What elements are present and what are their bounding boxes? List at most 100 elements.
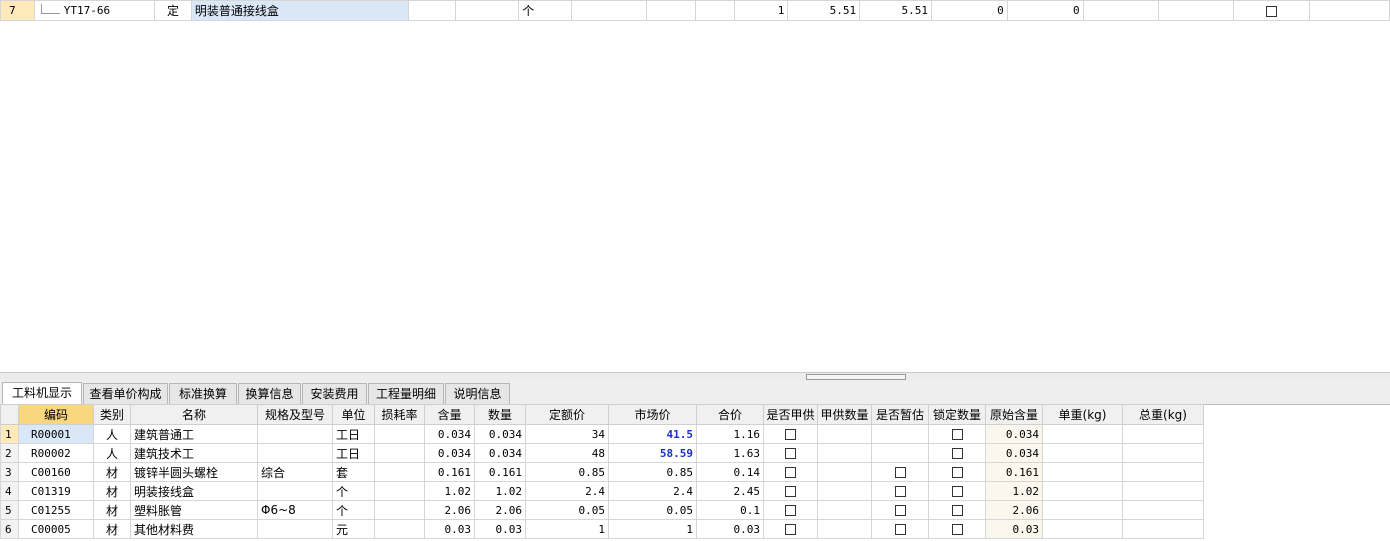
cell-quantity[interactable]: 0.034 [474,424,526,444]
cell-category[interactable]: 材 [93,519,131,539]
item-name[interactable]: 明装普通接线盒 [190,0,410,21]
cell-locked-qty[interactable] [928,500,986,520]
cell-total-price[interactable]: 0.03 [696,519,764,539]
cell-total-weight[interactable] [1122,443,1204,463]
cell-total-price[interactable]: 2.45 [696,481,764,501]
cell-locked-qty[interactable] [928,443,986,463]
cell-name[interactable]: 其他材料费 [130,519,258,539]
locked-qty-checkbox[interactable] [951,448,963,459]
header-quantity[interactable]: 数量 [474,404,526,425]
cell-total-weight[interactable] [1122,481,1204,501]
row-number[interactable]: 1 [0,424,19,444]
cell-quota-price[interactable]: 48 [525,443,609,463]
cell-loss-rate[interactable] [374,462,425,482]
item-value-a[interactable]: 0 [930,0,1008,21]
cell-total-weight[interactable] [1122,519,1204,539]
cell-supplied[interactable] [763,481,818,501]
row-number[interactable]: 5 [0,500,19,520]
table-row[interactable]: 2 R00002 人 建筑技术工 工日 0.034 0.034 48 58.59… [0,443,1204,463]
header-total-weight[interactable]: 总重(kg) [1122,404,1204,425]
empty-cell[interactable] [1157,0,1235,21]
cell-original-content[interactable]: 0.034 [985,443,1043,463]
cell-category[interactable]: 人 [93,424,131,444]
cell-estimate[interactable] [871,462,929,482]
cell-spec[interactable] [257,443,333,463]
cell-spec[interactable] [257,481,333,501]
header-locked-qty[interactable]: 锁定数量 [928,404,986,425]
cell-loss-rate[interactable] [374,519,425,539]
cell-market-price[interactable]: 1 [608,519,697,539]
tab-unit-price-composition[interactable]: 查看单价构成 [83,383,168,404]
cell-quantity[interactable]: 0.034 [474,443,526,463]
cell-quota-price[interactable]: 1 [525,519,609,539]
cell-market-price[interactable]: 0.85 [608,462,697,482]
tab-standard-conversion[interactable]: 标准换算 [169,383,237,404]
cell-supplied[interactable] [763,519,818,539]
cell-supplied-qty[interactable] [817,500,872,520]
cell-name[interactable]: 明装接线盒 [130,481,258,501]
cell-original-content[interactable]: 1.02 [985,481,1043,501]
cell-category[interactable]: 人 [93,443,131,463]
cell-locked-qty[interactable] [928,424,986,444]
header-content[interactable]: 含量 [424,404,475,425]
cell-unit-weight[interactable] [1042,443,1123,463]
cell-code[interactable]: R00001 [18,424,94,444]
table-row[interactable]: 4 C01319 材 明装接线盒 个 1.02 1.02 2.4 2.4 2.4… [0,481,1204,501]
header-name[interactable]: 名称 [130,404,258,425]
header-loss-rate[interactable]: 损耗率 [374,404,425,425]
cell-quota-price[interactable]: 0.05 [525,500,609,520]
cell-quota-price[interactable]: 0.85 [525,462,609,482]
item-row[interactable]: 7 YT17-66 定 明装普通接线盒 个 1 5.51 5.51 0 0 [0,0,1390,21]
cell-total-price[interactable]: 0.14 [696,462,764,482]
supplied-checkbox[interactable] [785,524,796,535]
cell-quantity[interactable]: 2.06 [474,500,526,520]
row-number[interactable]: 2 [0,443,19,463]
cell-spec[interactable] [257,519,333,539]
cell-category[interactable]: 材 [93,462,131,482]
cell-unit[interactable]: 元 [332,519,375,539]
estimate-checkbox[interactable] [894,505,906,516]
cell-total-price[interactable]: 0.1 [696,500,764,520]
tab-labor-material-machine[interactable]: 工料机显示 [2,382,82,405]
cell-code[interactable]: C00160 [18,462,94,482]
header-quota-price[interactable]: 定额价 [525,404,609,425]
table-row[interactable]: 5 C01255 材 塑料胀管 Φ6~8 个 2.06 2.06 0.05 0.… [0,500,1204,520]
cell-spec[interactable] [257,424,333,444]
cell-original-content[interactable]: 0.161 [985,462,1043,482]
cell-loss-rate[interactable] [374,500,425,520]
cell-code[interactable]: C00005 [18,519,94,539]
cell-content[interactable]: 0.034 [424,424,475,444]
estimate-checkbox[interactable] [894,486,906,497]
header-unit-weight[interactable]: 单重(kg) [1042,404,1123,425]
cell-supplied-qty[interactable] [817,519,872,539]
cell-estimate[interactable] [871,519,929,539]
empty-cell[interactable] [1308,0,1390,21]
locked-qty-checkbox[interactable] [951,486,963,497]
header-market-price[interactable]: 市场价 [608,404,697,425]
cell-loss-rate[interactable] [374,443,425,463]
item-type[interactable]: 定 [154,0,192,21]
row-number[interactable]: 6 [0,519,19,539]
cell-content[interactable]: 0.03 [424,519,475,539]
cell-estimate[interactable] [871,443,929,463]
table-row[interactable]: 1 R00001 人 建筑普通工 工日 0.034 0.034 34 41.5 … [0,424,1204,444]
cell-category[interactable]: 材 [93,481,131,501]
pane-splitter[interactable] [0,372,1390,380]
cell-supplied[interactable] [763,443,818,463]
cell-total-weight[interactable] [1122,424,1204,444]
cell-total-price[interactable]: 1.63 [696,443,764,463]
empty-cell[interactable] [1082,0,1159,21]
cell-supplied[interactable] [763,500,818,520]
cell-content[interactable]: 2.06 [424,500,475,520]
empty-cell[interactable] [570,0,647,21]
cell-code[interactable]: C01319 [18,481,94,501]
header-category[interactable]: 类别 [93,404,131,425]
cell-total-weight[interactable] [1122,500,1204,520]
cell-category[interactable]: 材 [93,500,131,520]
item-unit[interactable]: 个 [518,0,572,21]
cell-supplied-qty[interactable] [817,443,872,463]
empty-cell[interactable] [645,0,697,21]
cell-code[interactable]: C01255 [18,500,94,520]
item-quantity[interactable]: 1 [733,0,789,21]
row-number[interactable]: 4 [0,481,19,501]
